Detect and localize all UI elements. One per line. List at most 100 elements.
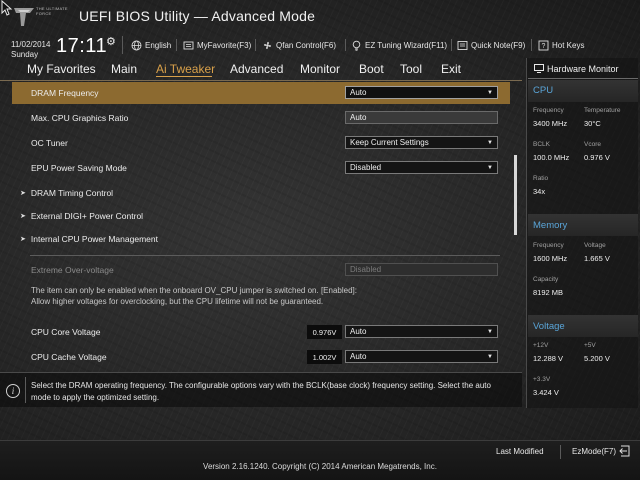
dram-timing-submenu[interactable]: ➤ DRAM Timing Control xyxy=(20,188,113,198)
last-modified-button[interactable]: Last Modified xyxy=(496,447,544,456)
tab-ai-tweaker[interactable]: Ai Tweaker xyxy=(156,62,215,76)
help-icon: ? xyxy=(538,40,549,50)
date-text: 11/02/2014 xyxy=(11,40,51,49)
settings-scrollbar[interactable] xyxy=(514,155,517,235)
memory-heading: Memory xyxy=(533,220,568,231)
extreme-overvoltage-label: Extreme Over-voltage xyxy=(31,265,114,275)
section-divider xyxy=(30,255,500,256)
tab-monitor[interactable]: Monitor xyxy=(300,62,340,76)
epu-power-label: EPU Power Saving Mode xyxy=(31,163,127,173)
v5-value: 5.200 V xyxy=(584,354,610,363)
ez-tuning-wizard-button[interactable]: EZ Tuning Wizard(F11) xyxy=(351,38,447,52)
info-divider xyxy=(25,377,26,403)
cpu-core-voltage-label: CPU Core Voltage xyxy=(31,327,101,337)
tab-my-favorites[interactable]: My Favorites xyxy=(27,62,96,76)
vcore-label: Vcore xyxy=(584,141,601,148)
footer-bar xyxy=(0,440,640,480)
fan-icon xyxy=(263,41,272,49)
hw-title-divider xyxy=(528,78,638,79)
hot-keys-label: Hot Keys xyxy=(552,40,585,50)
hot-keys-button[interactable]: ? Hot Keys xyxy=(538,38,584,52)
dram-frequency-dropdown[interactable]: Auto ▼ xyxy=(345,86,498,99)
svg-text:?: ? xyxy=(542,43,546,50)
v33-label: +3.3V xyxy=(533,376,551,383)
ratio-value: 34x xyxy=(533,187,546,196)
capacity-label: Capacity xyxy=(533,276,559,283)
quick-note-label: Quick Note(F9) xyxy=(471,40,526,50)
ratio-label: Ratio xyxy=(533,175,549,182)
extreme-overvoltage-help: The item can only be enabled when the on… xyxy=(31,286,357,306)
logo-tagline: THE ULTIMATE FORCE xyxy=(36,6,68,16)
oc-tuner-dropdown[interactable]: Keep Current Settings ▼ xyxy=(345,136,498,149)
v5-label: +5V xyxy=(584,342,596,349)
cpu-core-voltage-dropdown[interactable]: Auto ▼ xyxy=(345,325,498,338)
cpu-temperature-label: Temperature xyxy=(584,107,621,114)
cpu-graphics-ratio-label: Max. CPU Graphics Ratio xyxy=(31,113,129,123)
memory-frequency-label: Frequency xyxy=(533,242,564,249)
chevron-down-icon: ▼ xyxy=(487,89,493,96)
cpu-frequency-value: 3400 MHz xyxy=(533,119,568,128)
language-button[interactable]: English xyxy=(131,38,171,52)
language-label: English xyxy=(145,40,172,50)
info-description: Select the DRAM operating frequency. The… xyxy=(31,381,491,402)
info-icon: i xyxy=(6,384,20,398)
v12-value: 12.288 V xyxy=(533,354,564,363)
v33-value: 3.424 V xyxy=(533,388,559,397)
dram-timing-label: DRAM Timing Control xyxy=(30,188,114,198)
ez-tuning-wizard-label: EZ Tuning Wizard(F11) xyxy=(365,40,448,50)
toolbar-divider xyxy=(255,39,256,51)
qfan-control-button[interactable]: Qfan Control(F6) xyxy=(262,38,336,52)
tab-divider xyxy=(0,80,522,81)
chevron-right-icon: ➤ xyxy=(20,236,26,243)
cpu-cache-voltage-dropdown[interactable]: Auto ▼ xyxy=(345,350,498,363)
cpu-core-voltage-value: Auto xyxy=(350,327,367,336)
dram-frequency-label: DRAM Frequency xyxy=(31,88,99,98)
qfan-control-label: Qfan Control(F6) xyxy=(276,40,337,50)
vcore-value: 0.976 V xyxy=(584,153,610,162)
toolbar-divider xyxy=(531,39,532,51)
clock-settings-gear-icon[interactable]: ⚙ xyxy=(106,35,116,48)
digi-power-submenu[interactable]: ➤ External DIGI+ Power Control xyxy=(20,211,143,221)
toolbar-divider xyxy=(345,39,346,51)
cpu-graphics-ratio-field[interactable]: Auto xyxy=(345,111,498,124)
epu-power-dropdown[interactable]: Disabled ▼ xyxy=(345,161,498,174)
ezmode-button[interactable]: EzMode(F7) xyxy=(572,447,616,456)
version-copyright: Version 2.16.1240. Copyright (C) 2014 Am… xyxy=(203,462,437,471)
tab-exit[interactable]: Exit xyxy=(441,62,461,76)
cpu-temperature-value: 30°C xyxy=(584,119,601,128)
oc-tuner-value: Keep Current Settings xyxy=(350,138,429,147)
tab-advanced[interactable]: Advanced xyxy=(230,62,283,76)
myfavorite-button[interactable]: MyFavorite(F3) xyxy=(183,38,251,52)
favorite-icon xyxy=(183,41,194,49)
monitor-icon xyxy=(534,64,544,73)
voltage-heading: Voltage xyxy=(533,321,565,332)
tab-boot[interactable]: Boot xyxy=(359,62,384,76)
capacity-value: 8192 MB xyxy=(533,288,564,297)
cpu-heading: CPU xyxy=(533,85,554,96)
chevron-right-icon: ➤ xyxy=(20,190,26,197)
digi-power-label: External DIGI+ Power Control xyxy=(30,211,144,221)
footer-divider xyxy=(560,445,561,459)
tab-main[interactable]: Main xyxy=(111,62,137,76)
internal-cpu-power-submenu[interactable]: ➤ Internal CPU Power Management xyxy=(20,234,158,244)
exit-arrow-icon[interactable] xyxy=(619,445,631,457)
hardware-monitor-title: Hardware Monitor xyxy=(534,64,619,74)
bclk-value: 100.0 MHz xyxy=(533,153,570,162)
cpu-graphics-ratio-value: Auto xyxy=(350,113,367,122)
globe-icon xyxy=(131,40,142,50)
day-text: Sunday xyxy=(11,50,39,59)
quick-note-button[interactable]: Quick Note(F9) xyxy=(457,38,525,52)
cpu-cache-voltage-value: Auto xyxy=(350,352,367,361)
toolbar-divider xyxy=(176,39,177,51)
dram-frequency-value: Auto xyxy=(350,88,367,97)
memory-frequency-value: 1600 MHz xyxy=(533,254,568,263)
tab-tool[interactable]: Tool xyxy=(400,62,422,76)
app-title: UEFI BIOS Utility — Advanced Mode xyxy=(79,8,316,24)
hardware-monitor-title-text: Hardware Monitor xyxy=(547,64,619,74)
memory-voltage-label: Voltage xyxy=(584,242,606,249)
active-tab-underline xyxy=(156,76,212,77)
cpu-cache-voltage-reading: 1.002V xyxy=(307,350,342,364)
clock-time: 17:11 xyxy=(56,35,108,57)
extreme-overvoltage-field: Disabled xyxy=(345,263,498,276)
note-icon xyxy=(457,40,468,50)
